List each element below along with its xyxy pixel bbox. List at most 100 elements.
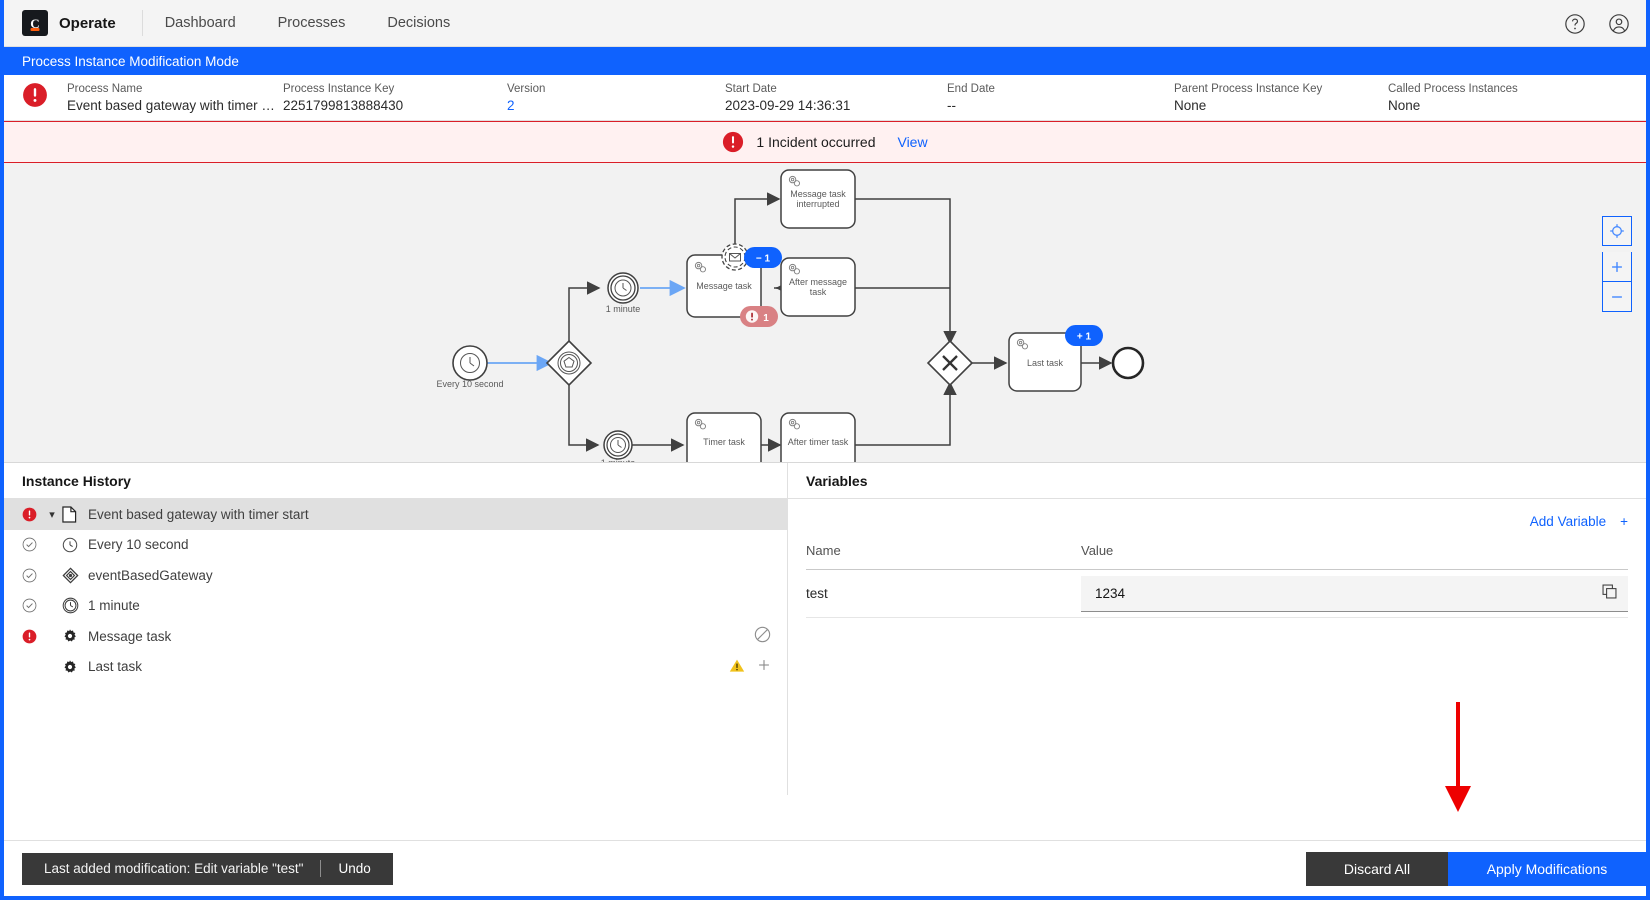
gear-icon	[62, 659, 88, 675]
plus-icon	[1610, 260, 1624, 274]
brand-name: Operate	[59, 15, 116, 32]
svg-text:interrupted: interrupted	[796, 199, 839, 209]
svg-text:Message task: Message task	[790, 189, 846, 199]
last-modification-toast: Last added modification: Edit variable "…	[22, 853, 393, 885]
variables-title: Variables	[788, 463, 1646, 499]
timer-icon	[62, 537, 88, 553]
history-row-message-task[interactable]: Message task	[4, 621, 787, 652]
nav-links: Dashboard Processes Decisions	[165, 15, 451, 31]
operate-app-window: C Operate Dashboard Processes Decisions	[0, 0, 1650, 900]
variables-table-header: Name Value	[806, 543, 1628, 570]
row-state-completed-icon	[22, 537, 42, 552]
copy-icon[interactable]	[1601, 583, 1618, 603]
variables-toolbar: Add Variable +	[788, 499, 1646, 543]
meta-value-parent-key: None	[1174, 97, 1388, 114]
bpmn-task-message-task-interrupted: Message task interrupted	[781, 170, 855, 228]
cancel-token-icon[interactable]	[754, 626, 771, 646]
meta-called-process-instances: Called Process Instances None	[1388, 82, 1630, 114]
diagram-zoom-controls	[1602, 216, 1632, 312]
bpmn-badge-cancel-token-label: − 1	[756, 254, 771, 265]
nav-right-actions	[1564, 0, 1630, 47]
camunda-logo-icon: C	[22, 10, 48, 36]
bpmn-timer-intermediate-top	[608, 273, 638, 303]
history-row-label: Every 10 second	[88, 537, 771, 552]
add-token-icon[interactable]	[757, 658, 771, 675]
meta-version: Version 2	[507, 82, 725, 114]
bpmn-timer-intermediate-bottom	[604, 431, 632, 459]
meta-label-version: Version	[507, 82, 725, 97]
incident-view-link[interactable]: View	[897, 134, 927, 150]
history-row-every-10-second[interactable]: Every 10 second	[4, 530, 787, 561]
instance-header: Process Name Event based gateway with ti…	[4, 75, 1646, 121]
camunda-logo-bar	[31, 28, 40, 31]
incident-error-icon	[722, 131, 744, 153]
brand[interactable]: C Operate	[22, 10, 116, 36]
history-row-label: Event based gateway with timer start	[88, 507, 771, 522]
history-row-process[interactable]: ▾ Event based gateway with timer start	[4, 499, 787, 530]
row-state-completed-icon	[22, 598, 42, 613]
row-state-completed-icon	[22, 568, 42, 583]
variable-value-input[interactable]: 1234	[1081, 576, 1628, 612]
meta-value-process-instance-key: 2251799813888430	[283, 97, 507, 114]
modification-mode-banner: Process Instance Modification Mode	[4, 47, 1646, 75]
apply-modifications-button[interactable]: Apply Modifications	[1448, 852, 1646, 886]
nav-link-decisions[interactable]: Decisions	[387, 15, 450, 31]
bpmn-label-timer-bottom: 1 minute	[601, 458, 636, 463]
instance-meta-grid: Process Name Event based gateway with ti…	[67, 82, 1630, 114]
top-navigation-bar: C Operate Dashboard Processes Decisions	[4, 0, 1646, 47]
footer-actions: Discard All Apply Modifications	[1306, 852, 1646, 886]
last-modification-text: Last added modification: Edit variable "…	[44, 861, 303, 876]
variable-name: test	[806, 586, 1081, 601]
bpmn-task-after-message-task: After message task	[781, 258, 855, 316]
expand-caret-icon[interactable]: ▾	[42, 508, 62, 521]
instance-state-incident-icon	[22, 82, 48, 113]
nav-link-processes[interactable]: Processes	[278, 15, 346, 31]
gear-icon	[62, 628, 88, 644]
meta-start-date: Start Date 2023-09-29 14:36:31	[725, 82, 947, 114]
meta-label-parent-key: Parent Process Instance Key	[1174, 82, 1388, 97]
history-row-event-based-gateway[interactable]: eventBasedGateway	[4, 560, 787, 591]
bpmn-badge-cancel-token: − 1	[744, 247, 782, 268]
variable-value-text: 1234	[1095, 586, 1601, 601]
discard-all-button[interactable]: Discard All	[1306, 852, 1448, 886]
history-row-actions	[729, 658, 771, 676]
help-icon[interactable]	[1564, 13, 1586, 35]
meta-end-date: End Date --	[947, 82, 1174, 114]
history-row-one-minute[interactable]: 1 minute	[4, 591, 787, 622]
history-row-last-task[interactable]: Last task	[4, 652, 787, 683]
meta-value-version-link[interactable]: 2	[507, 97, 725, 114]
undo-button[interactable]: Undo	[338, 861, 370, 876]
zoom-out-button[interactable]	[1602, 282, 1632, 312]
bpmn-diagram-canvas[interactable]: Every 10 second 1 minute	[4, 163, 1646, 463]
column-header-value: Value	[1081, 543, 1628, 558]
zoom-in-button[interactable]	[1602, 252, 1632, 282]
svg-text:Last task: Last task	[1027, 358, 1064, 368]
bpmn-badge-add-token-label: + 1	[1077, 332, 1092, 343]
instance-history-tree: ▾ Event based gateway with timer start	[4, 499, 787, 682]
process-file-icon	[62, 506, 88, 523]
svg-text:Timer task: Timer task	[703, 437, 745, 447]
reset-zoom-button[interactable]	[1602, 216, 1632, 246]
bpmn-badge-add-token: + 1	[1065, 325, 1103, 346]
bpmn-task-timer-task: Timer task	[687, 413, 761, 463]
row-state-incident-icon	[22, 507, 42, 522]
minus-icon	[1610, 290, 1624, 304]
reset-zoom-icon	[1609, 223, 1625, 239]
meta-label-start-date: Start Date	[725, 82, 947, 97]
add-variable-button[interactable]: Add Variable +	[1530, 514, 1628, 529]
meta-value-end-date: --	[947, 97, 1174, 114]
user-avatar-icon[interactable]	[1608, 13, 1630, 35]
row-state-incident-icon	[22, 629, 42, 644]
bpmn-task-after-timer-task: After timer task	[781, 413, 855, 463]
nav-link-dashboard[interactable]: Dashboard	[165, 15, 236, 31]
toast-divider	[320, 860, 321, 877]
svg-text:task: task	[810, 287, 827, 297]
meta-value-process-name: Event based gateway with timer …	[67, 97, 283, 114]
meta-label-process-name: Process Name	[67, 82, 283, 97]
instance-history-panel: Instance History ▾	[4, 463, 788, 795]
meta-parent-process-instance-key: Parent Process Instance Key None	[1174, 82, 1388, 114]
bpmn-exclusive-gateway	[928, 341, 972, 385]
bpmn-badge-incident-count: 1	[740, 306, 778, 327]
instance-history-title: Instance History	[4, 463, 787, 499]
bpmn-label-start-event: Every 10 second	[436, 379, 503, 389]
